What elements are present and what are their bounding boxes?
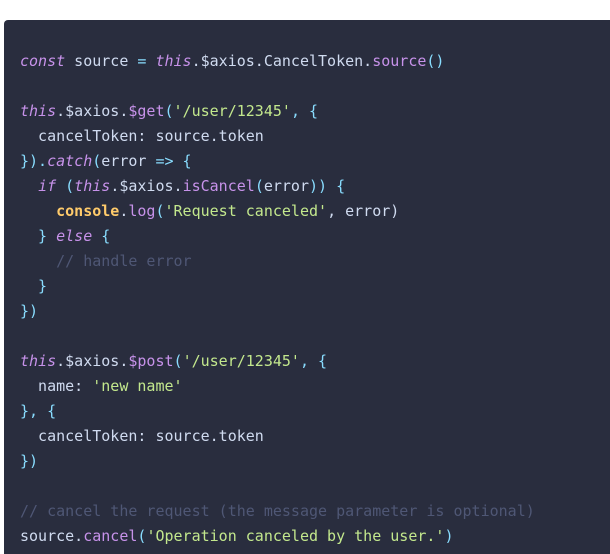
code-token: .$axios. [56, 352, 129, 370]
code-token: } [20, 277, 48, 295]
code-token: ( [92, 152, 102, 170]
code-line: this.$axios.$post('/user/12345', { [20, 349, 610, 374]
code-token: '/user/12345' [173, 102, 291, 120]
code-block: const source = this.$axios.CancelToken.s… [4, 20, 610, 554]
code-token: , { [299, 352, 328, 370]
code-line: console.log('Request canceled', error) [20, 199, 610, 224]
code-token: this [20, 352, 57, 370]
code-token: $post [128, 352, 174, 370]
code-line: }) [20, 299, 610, 324]
code-line: this.$axios.$get('/user/12345', { [20, 99, 610, 124]
code-token: this [74, 177, 111, 195]
code-token: .$axios. [110, 177, 183, 195]
code-line: // cancel the request (the message param… [20, 499, 610, 524]
code-token: // cancel the request (the message param… [20, 502, 535, 520]
code-token: cancelToken: source.token [20, 427, 264, 445]
code-token: { [92, 227, 111, 245]
code-token: '/user/12345' [182, 352, 300, 370]
code-token: , error) [327, 202, 400, 220]
code-token: name: [20, 377, 93, 395]
code-token: => [155, 152, 174, 170]
code-line: }, { [20, 399, 610, 424]
code-token: if [38, 177, 57, 195]
code-token: }). [20, 152, 48, 170]
code-token: }) [20, 452, 39, 470]
code-token: this [20, 102, 57, 120]
code-line: if (this.$axios.isCancel(error)) { [20, 174, 610, 199]
code-token: console [56, 202, 120, 220]
code-line: }) [20, 449, 610, 474]
code-token: log [128, 202, 156, 220]
code-line: // handle error [20, 249, 610, 274]
code-token: ( [56, 177, 75, 195]
code-token: error [263, 177, 309, 195]
code-token: ( [155, 202, 165, 220]
code-line: } [20, 274, 610, 299]
code-token: .$axios.CancelToken. [191, 52, 373, 70]
code-token: }) [20, 302, 39, 320]
code-token: catch [47, 152, 93, 170]
code-line: name: 'new name' [20, 374, 610, 399]
code-token: source [65, 52, 138, 70]
code-token: const [20, 52, 66, 70]
code-token: cancelToken: source.token [20, 127, 264, 145]
code-token: ( [173, 352, 183, 370]
code-token: else [56, 227, 93, 245]
code-token: } [20, 227, 57, 245]
code-line: source.cancel('Operation canceled by the… [20, 524, 610, 549]
code-token: source [372, 52, 427, 70]
code-token: 'new name' [92, 377, 183, 395]
code-token: this [155, 52, 192, 70]
code-token: ) [444, 527, 454, 545]
code-line: }).catch(error => { [20, 149, 610, 174]
code-token: isCancel [182, 177, 255, 195]
code-token: error [101, 152, 156, 170]
code-token: , { [290, 102, 319, 120]
code-token: source. [20, 527, 84, 545]
code-token: }, { [20, 402, 57, 420]
code-token: () [426, 52, 445, 70]
code-token: // handle error [20, 252, 192, 270]
code-token: ( [254, 177, 264, 195]
code-token: { [173, 152, 192, 170]
code-line: } else { [20, 224, 610, 249]
code-token: 'Operation canceled by the user.' [146, 527, 445, 545]
code-line: const source = this.$axios.CancelToken.s… [20, 49, 610, 74]
code-token: )) { [309, 177, 346, 195]
code-line: cancelToken: source.token [20, 424, 610, 449]
code-token: 'Request canceled' [164, 202, 328, 220]
code-token: .$axios. [56, 102, 129, 120]
code-token: $get [128, 102, 165, 120]
code-content: const source = this.$axios.CancelToken.s… [20, 49, 610, 549]
code-line: cancelToken: source.token [20, 124, 610, 149]
code-token: cancel [83, 527, 138, 545]
code-token: ( [164, 102, 174, 120]
